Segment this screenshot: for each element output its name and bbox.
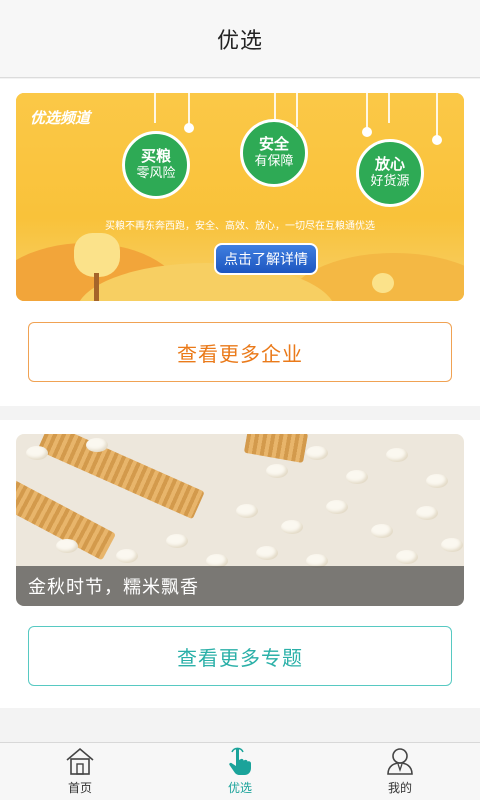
hanging-light [184, 123, 194, 133]
hanging-string [274, 93, 276, 121]
badge-title: 放心 [374, 155, 405, 173]
bottom-tab-bar: 首页 优选 我的 [0, 742, 480, 800]
feature-caption: 金秋时节，糯米飘香 [28, 577, 199, 598]
rice-grain [266, 464, 288, 478]
home-icon [63, 745, 97, 777]
badge-zero-risk: 买粮 零风险 [122, 131, 190, 199]
user-icon [383, 745, 417, 777]
rice-grain [256, 546, 278, 560]
rice-grain [396, 550, 418, 564]
banner-tag: 优选频道 [30, 109, 91, 127]
rice-grain [441, 538, 463, 552]
tree-illustration [74, 233, 120, 277]
tab-featured[interactable]: 优选 [160, 743, 320, 800]
hanging-light [432, 135, 442, 145]
tab-mine[interactable]: 我的 [320, 743, 480, 800]
tab-label: 我的 [387, 781, 412, 795]
learn-more-button[interactable]: 点击了解详情 [214, 243, 318, 275]
hanging-string [188, 93, 190, 125]
rice-grain [116, 549, 138, 563]
tab-label: 优选 [227, 781, 252, 795]
badge-subtitle: 好货源 [370, 174, 410, 189]
badge-guaranteed: 安全 有保障 [240, 119, 308, 187]
rice-grain [371, 524, 393, 538]
hanging-light [362, 127, 372, 137]
tab-home[interactable]: 首页 [0, 743, 160, 800]
hanging-string [154, 93, 156, 123]
rice-grain [86, 438, 108, 452]
rice-grain [56, 539, 78, 553]
rice-grain [386, 448, 408, 462]
tab-label: 首页 [67, 781, 92, 795]
promo-banner[interactable]: 优选频道 买粮 零风险 安全 有保障 放心 好货源 买粮不再东奔西跑，安全、高效… [16, 93, 464, 301]
feature-image[interactable]: 金秋时节，糯米飘香 [16, 434, 464, 606]
rice-grain [26, 446, 48, 460]
page-title: 优选 [216, 28, 263, 54]
rice-grain [236, 504, 258, 518]
rice-grain [416, 506, 438, 520]
view-more-companies-button[interactable]: 查看更多企业 [28, 322, 452, 382]
rice-grain [166, 534, 188, 548]
rice-grain [306, 446, 328, 460]
app-header: 优选 [0, 0, 480, 78]
banner-slogan: 买粮不再东奔西跑，安全、高效、放心，一切尽在互粮通优选 [105, 221, 375, 232]
tree-trunk [94, 273, 99, 301]
rice-grain [281, 520, 303, 534]
rice-grain [426, 474, 448, 488]
badge-good-supply: 放心 好货源 [356, 139, 424, 207]
caption-bar: 金秋时节，糯米飘香 [16, 566, 464, 606]
featured-channel-section: 优选频道 买粮 零风险 安全 有保障 放心 好货源 买粮不再东奔西跑，安全、高效… [0, 79, 480, 406]
rice-grain [326, 500, 348, 514]
feature-topic-section: 金秋时节，糯米飘香 查看更多专题 [0, 420, 480, 708]
hanging-string [296, 93, 298, 127]
hanging-string [388, 93, 390, 123]
view-more-topics-button[interactable]: 查看更多专题 [28, 626, 452, 686]
hand-pointer-icon [223, 745, 257, 777]
rice-grain [346, 470, 368, 484]
hanging-string [366, 93, 368, 129]
badge-subtitle: 有保障 [254, 154, 294, 169]
badge-title: 安全 [258, 135, 289, 153]
bamboo-illustration [243, 434, 309, 463]
badge-title: 买粮 [140, 147, 171, 165]
tree-illustration [372, 273, 394, 293]
hanging-string [436, 93, 438, 137]
badge-subtitle: 零风险 [136, 166, 176, 181]
